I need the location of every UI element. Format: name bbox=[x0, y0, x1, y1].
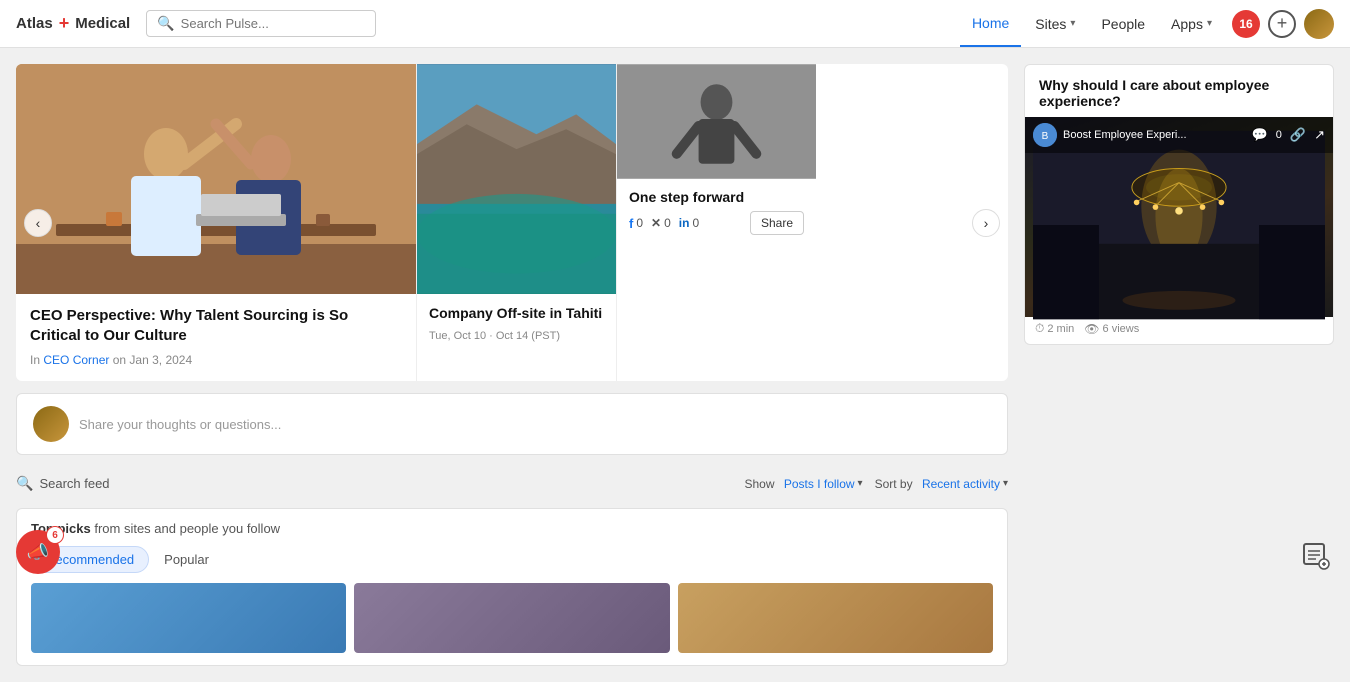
picks-grid bbox=[31, 583, 993, 653]
featured-row: ‹ bbox=[16, 64, 1008, 381]
nav-people[interactable]: People bbox=[1089, 2, 1157, 46]
featured-card-2-meta: Tue, Oct 10 · Oct 14 (PST) bbox=[429, 330, 604, 342]
sort-filter-chevron: ▾ bbox=[1003, 478, 1008, 489]
notification-badge[interactable]: 16 bbox=[1232, 10, 1260, 38]
main-content: ‹ bbox=[0, 48, 1350, 682]
header-actions: 16 + bbox=[1232, 9, 1334, 39]
linkedin-button[interactable]: in 0 bbox=[679, 216, 699, 230]
show-filter-button[interactable]: Show Posts I follow ▾ bbox=[744, 477, 862, 491]
video-channel-avatar: B bbox=[1033, 123, 1057, 147]
featured-card-2-title: Company Off-site in Tahiti bbox=[429, 304, 604, 322]
logo-brand: Medical bbox=[75, 15, 130, 32]
avatar-image bbox=[1304, 9, 1334, 39]
facebook-icon: f bbox=[629, 216, 633, 231]
search-feed-icon: 🔍 bbox=[16, 475, 33, 492]
nav-links: Home Sites ▾ People Apps ▾ bbox=[960, 1, 1224, 47]
search-feed-label: Search feed bbox=[39, 476, 109, 491]
thought-box: Share your thoughts or questions... bbox=[16, 393, 1008, 455]
thought-placeholder[interactable]: Share your thoughts or questions... bbox=[79, 417, 281, 432]
prev-button[interactable]: ‹ bbox=[24, 209, 52, 237]
logo[interactable]: Atlas + Medical bbox=[16, 13, 130, 34]
chevron-down-icon: ▾ bbox=[1070, 18, 1075, 29]
top-picks-section: Top picks from sites and people you foll… bbox=[16, 508, 1008, 666]
video-channel-name: Boost Employee Experi... bbox=[1063, 129, 1187, 141]
search-input[interactable] bbox=[181, 16, 366, 31]
search-bar: 🔍 bbox=[146, 10, 376, 37]
show-filter-chevron: ▾ bbox=[858, 478, 863, 489]
featured-card-3-body: One step forward f 0 ✕ 0 in 0 bbox=[617, 179, 816, 245]
next-button[interactable]: › bbox=[972, 209, 1000, 237]
logo-plus: + bbox=[59, 13, 70, 34]
pick-card-1[interactable] bbox=[31, 583, 346, 653]
featured-card-2[interactable]: Company Off-site in Tahiti Tue, Oct 10 ·… bbox=[416, 64, 616, 381]
search-feed-filters: Show Posts I follow ▾ Sort by Recent act… bbox=[744, 477, 1008, 491]
sidebar-card: Why should I care about employee experie… bbox=[1024, 64, 1334, 345]
linkedin-icon: in bbox=[679, 216, 690, 230]
sort-filter-button[interactable]: Sort by Recent activity ▾ bbox=[875, 477, 1008, 491]
thought-avatar bbox=[33, 406, 69, 442]
featured-card-1-image bbox=[16, 64, 416, 294]
sidebar-card-title: Why should I care about employee experie… bbox=[1025, 65, 1333, 117]
featured-card-2-image bbox=[417, 64, 616, 294]
nav-home[interactable]: Home bbox=[960, 1, 1021, 47]
chevron-down-icon-apps: ▾ bbox=[1207, 18, 1212, 29]
bottom-left-widget[interactable]: 📣 6 bbox=[16, 530, 60, 574]
featured-card-1-link[interactable]: CEO Corner bbox=[43, 353, 109, 367]
share-button[interactable]: Share bbox=[750, 211, 804, 235]
nav-apps[interactable]: Apps ▾ bbox=[1159, 2, 1224, 46]
featured-card-3-actions: f 0 ✕ 0 in 0 Share bbox=[629, 211, 804, 235]
search-feed-button[interactable]: 🔍 Search feed bbox=[16, 475, 110, 492]
sidebar-video-thumb[interactable]: B Boost Employee Experi... 💬 0 🔗 ↗ bbox=[1025, 117, 1333, 317]
featured-card-3-image bbox=[617, 64, 816, 179]
featured-card-1-body: CEO Perspective: Why Talent Sourcing is … bbox=[16, 294, 416, 381]
svg-text:B: B bbox=[1042, 131, 1049, 142]
video-comment-icon[interactable]: 💬 bbox=[1252, 127, 1268, 143]
top-picks-rest: from sites and people you follow bbox=[94, 521, 280, 536]
header: Atlas + Medical 🔍 Home Sites ▾ People Ap… bbox=[0, 0, 1350, 48]
pick-card-3[interactable] bbox=[678, 583, 993, 653]
edit-widget-icon bbox=[1302, 542, 1330, 570]
featured-card-3[interactable]: One step forward f 0 ✕ 0 in 0 bbox=[616, 64, 816, 381]
sidebar: Why should I care about employee experie… bbox=[1024, 64, 1334, 666]
bottom-right-widget[interactable] bbox=[1298, 538, 1334, 574]
featured-card-2-body: Company Off-site in Tahiti Tue, Oct 10 ·… bbox=[417, 294, 616, 352]
video-link-icon[interactable]: 🔗 bbox=[1290, 127, 1306, 143]
pick-card-2[interactable] bbox=[354, 583, 669, 653]
show-filter-value: Posts I follow bbox=[784, 477, 855, 491]
featured-card-1-title: CEO Perspective: Why Talent Sourcing is … bbox=[30, 306, 402, 345]
search-icon: 🔍 bbox=[157, 15, 174, 32]
bottom-notif-count: 6 bbox=[46, 526, 64, 544]
avatar[interactable] bbox=[1304, 9, 1334, 39]
video-comment-count: 0 bbox=[1276, 129, 1282, 141]
twitter-button[interactable]: ✕ 0 bbox=[651, 216, 671, 230]
tab-popular[interactable]: Popular bbox=[149, 546, 224, 573]
facebook-button[interactable]: f 0 bbox=[629, 216, 643, 231]
featured-card-1[interactable]: CEO Perspective: Why Talent Sourcing is … bbox=[16, 64, 416, 381]
logo-name: Atlas bbox=[16, 15, 53, 32]
create-button[interactable]: + bbox=[1268, 10, 1296, 38]
sort-filter-value: Recent activity bbox=[922, 477, 1000, 491]
top-picks-header: Top picks from sites and people you foll… bbox=[31, 521, 993, 536]
search-feed-row: 🔍 Search feed Show Posts I follow ▾ Sort… bbox=[16, 467, 1008, 500]
megaphone-icon: 📣 bbox=[27, 542, 49, 563]
video-open-icon[interactable]: ↗ bbox=[1314, 127, 1325, 143]
featured-card-3-title: One step forward bbox=[629, 189, 804, 205]
nav-sites[interactable]: Sites ▾ bbox=[1023, 2, 1087, 46]
featured-card-1-meta: In CEO Corner on Jan 3, 2024 bbox=[30, 353, 402, 367]
top-picks-tabs: Recommended Popular bbox=[31, 546, 993, 573]
feed-section: ‹ bbox=[16, 64, 1008, 666]
twitter-icon: ✕ bbox=[651, 216, 661, 230]
